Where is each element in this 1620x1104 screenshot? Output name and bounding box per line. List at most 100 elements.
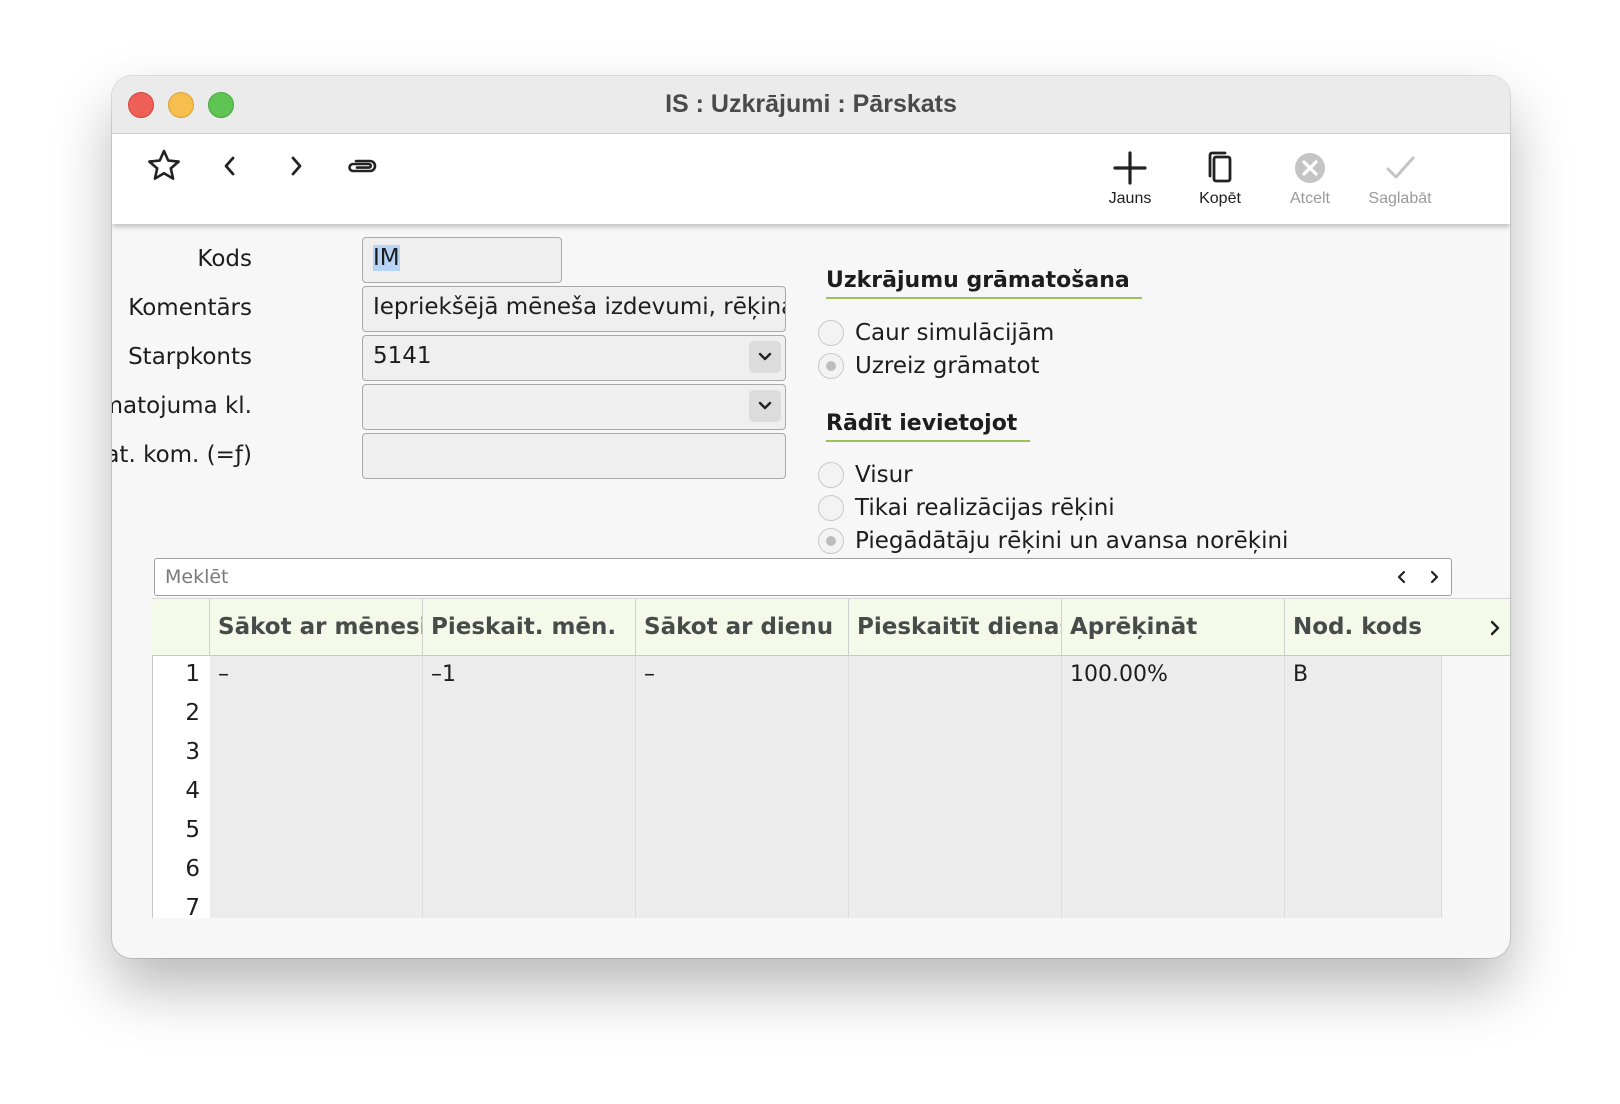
table-cell[interactable]: [849, 773, 1062, 812]
radio-uzreiz-gramatot[interactable]: Uzreiz grāmatot: [818, 353, 1040, 379]
table-cell[interactable]: [1285, 695, 1442, 734]
table-cell[interactable]: –: [210, 656, 423, 695]
grid-body: 1 – –1 – 100.00% B 2 3 4 5 6 7: [152, 656, 1442, 918]
table-cell[interactable]: [423, 812, 636, 851]
kods-field[interactable]: IM: [362, 237, 562, 283]
table-cell[interactable]: [1062, 890, 1285, 918]
komentars-field[interactable]: Iepriekšējā mēneša izdevumi, rēķina: [362, 286, 786, 332]
table-cell[interactable]: [1062, 812, 1285, 851]
toolbar: Jauns Kopēt Atcelt Saglabāt: [112, 134, 1510, 224]
table-row[interactable]: 1 – –1 – 100.00% B: [152, 656, 1442, 695]
chevron-left-icon[interactable]: [1391, 566, 1413, 588]
plus-icon: [1113, 151, 1147, 185]
table-cell[interactable]: [1062, 695, 1285, 734]
row-number: 1: [152, 656, 210, 695]
table-row[interactable]: 7: [152, 890, 1442, 918]
table-cell[interactable]: [849, 812, 1062, 851]
radio-label: Visur: [855, 462, 913, 488]
table-cell[interactable]: B: [1285, 656, 1442, 695]
table-cell[interactable]: [210, 890, 423, 918]
table-cell[interactable]: [1285, 812, 1442, 851]
radio-button[interactable]: [818, 495, 844, 521]
table-cell[interactable]: [849, 656, 1062, 695]
table-cell[interactable]: [210, 812, 423, 851]
table-row[interactable]: 3: [152, 734, 1442, 773]
table-cell[interactable]: [849, 890, 1062, 918]
table-cell[interactable]: [210, 851, 423, 890]
table-row[interactable]: 5: [152, 812, 1442, 851]
table-cell[interactable]: [1285, 734, 1442, 773]
grid-header: Sākot ar mēnesi Pieskait. mēn. Sākot ar …: [152, 598, 1510, 657]
chevron-left-icon[interactable]: [210, 146, 250, 186]
x-circle-icon: [1295, 153, 1325, 183]
table-cell[interactable]: [636, 695, 849, 734]
table-row[interactable]: 4: [152, 773, 1442, 812]
column-header[interactable]: Sākot ar dienu: [636, 599, 849, 657]
new-button[interactable]: Jauns: [1092, 148, 1168, 218]
table-cell[interactable]: [423, 773, 636, 812]
kods-label: Kods: [197, 246, 252, 272]
table-cell[interactable]: [1285, 773, 1442, 812]
table-cell[interactable]: [636, 773, 849, 812]
search-input[interactable]: [165, 563, 1365, 591]
table-cell[interactable]: –: [636, 656, 849, 695]
table-cell[interactable]: [210, 773, 423, 812]
table-cell[interactable]: [1062, 851, 1285, 890]
table-cell[interactable]: [423, 734, 636, 773]
radio-caur-simulacijam[interactable]: Caur simulācijām: [818, 320, 1054, 346]
gramat-kom-field[interactable]: [362, 433, 786, 479]
save-button[interactable]: Saglabāt: [1362, 148, 1438, 218]
table-cell[interactable]: –1: [423, 656, 636, 695]
column-header[interactable]: Nod. kods: [1285, 599, 1445, 657]
save-button-label: Saglabāt: [1368, 190, 1432, 207]
radio-tikai-realizacijas[interactable]: Tikai realizācijas rēķini: [818, 495, 1115, 521]
chevron-right-icon[interactable]: [1482, 615, 1508, 641]
radio-label: Uzreiz grāmatot: [855, 353, 1040, 379]
chevron-down-icon[interactable]: [749, 390, 781, 422]
copy-button[interactable]: Kopēt: [1182, 148, 1258, 218]
table-cell[interactable]: [636, 812, 849, 851]
cancel-button[interactable]: Atcelt: [1272, 148, 1348, 218]
column-header[interactable]: Pieskait. mēn.: [423, 599, 636, 657]
chevron-right-icon[interactable]: [276, 146, 316, 186]
gramat-kom-label: Grāmat. kom. (=ƒ): [112, 442, 252, 468]
row-number: 6: [152, 851, 210, 890]
table-cell[interactable]: [636, 851, 849, 890]
table-cell[interactable]: [423, 890, 636, 918]
table-cell[interactable]: 100.00%: [1062, 656, 1285, 695]
table-cell[interactable]: [210, 695, 423, 734]
column-header[interactable]: Aprēķināt: [1062, 599, 1285, 657]
table-cell[interactable]: [1285, 890, 1442, 918]
column-header[interactable]: Sākot ar mēnesi: [210, 599, 423, 657]
app-window: IS : Uzkrājumi : Pārskats Jauns Kopēt At…: [112, 76, 1510, 958]
table-cell[interactable]: [423, 695, 636, 734]
search-bar: [154, 558, 1452, 596]
radio-piegadataju[interactable]: Piegādātāju rēķini un avansa norēķini: [818, 528, 1288, 554]
chevron-down-icon[interactable]: [749, 341, 781, 373]
table-cell[interactable]: [636, 734, 849, 773]
chevron-right-icon[interactable]: [1423, 566, 1445, 588]
gramatojuma-kl-label: Grāmatojuma kl.: [112, 393, 252, 419]
column-header[interactable]: Pieskaitīt dienas: [849, 599, 1062, 657]
radio-button[interactable]: [818, 320, 844, 346]
paperclip-icon[interactable]: [342, 146, 382, 186]
table-cell[interactable]: [1285, 851, 1442, 890]
table-cell[interactable]: [849, 695, 1062, 734]
table-cell[interactable]: [849, 851, 1062, 890]
table-cell[interactable]: [849, 734, 1062, 773]
table-cell[interactable]: [210, 734, 423, 773]
star-icon[interactable]: [144, 146, 184, 186]
table-row[interactable]: 2: [152, 695, 1442, 734]
gramatojuma-kl-select[interactable]: [362, 384, 786, 430]
table-cell[interactable]: [423, 851, 636, 890]
radio-button-selected[interactable]: [818, 528, 844, 554]
radio-visur[interactable]: Visur: [818, 462, 913, 488]
radio-button[interactable]: [818, 462, 844, 488]
copy-icon: [1208, 151, 1232, 183]
table-cell[interactable]: [636, 890, 849, 918]
radio-button-selected[interactable]: [818, 353, 844, 379]
starpkonts-select[interactable]: 5141: [362, 335, 786, 381]
table-row[interactable]: 6: [152, 851, 1442, 890]
table-cell[interactable]: [1062, 734, 1285, 773]
table-cell[interactable]: [1062, 773, 1285, 812]
